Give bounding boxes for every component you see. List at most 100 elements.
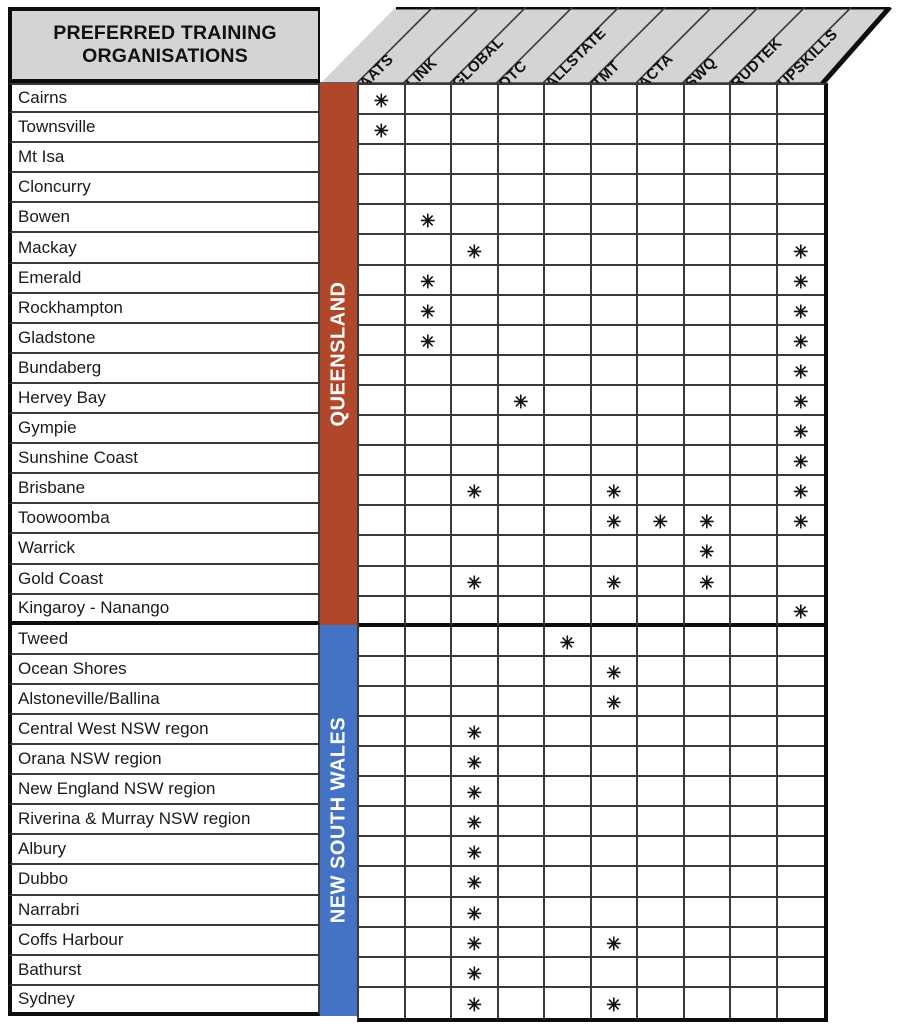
matrix-cell-tmt[interactable] [591,295,638,326]
matrix-cell-tmt[interactable] [591,115,638,146]
matrix-cell-allstate[interactable] [545,596,592,627]
matrix-cell-acta[interactable] [638,265,685,296]
matrix-cell-acta[interactable] [638,476,685,507]
matrix-cell-acta[interactable] [638,927,685,958]
matrix-cell-tmt[interactable]: ✳ [592,987,638,1018]
matrix-cell-swq[interactable] [684,145,731,176]
matrix-cell-acta[interactable] [638,385,685,417]
matrix-cell-global[interactable] [452,85,499,116]
matrix-cell-acta[interactable] [638,867,685,898]
matrix-cell-tmt[interactable] [591,777,638,808]
row-label[interactable]: Riverina & Murray NSW region [8,805,320,836]
matrix-cell-tmt[interactable] [591,235,638,266]
row-label[interactable]: Kingaroy - Nanango [8,594,320,625]
matrix-cell-dtc[interactable] [498,747,545,778]
matrix-cell-dtc[interactable] [498,897,545,928]
matrix-cell-dtc[interactable] [498,867,545,898]
matrix-cell-global[interactable] [452,115,499,146]
matrix-cell-dtc[interactable] [498,927,545,958]
matrix-cell-swq[interactable] [684,686,731,717]
matrix-cell-aats[interactable] [359,957,406,988]
matrix-cell-swq[interactable] [684,325,731,356]
matrix-cell-allstate[interactable] [545,656,592,687]
matrix-cell-global[interactable]: ✳ [452,927,499,958]
row-label[interactable]: Bundaberg [8,353,320,384]
matrix-cell-aats[interactable] [359,807,406,838]
matrix-cell-allstate[interactable] [545,325,592,356]
matrix-cell-aats[interactable]: ✳ [359,85,406,116]
matrix-cell-global[interactable] [452,175,499,206]
matrix-cell-global[interactable] [452,295,499,326]
matrix-cell-global[interactable]: ✳ [452,777,499,808]
matrix-cell-tmt[interactable] [591,807,638,838]
matrix-cell-allstate[interactable] [545,927,592,958]
matrix-cell-allstate[interactable] [545,265,592,296]
matrix-cell-tmt[interactable]: ✳ [591,656,638,687]
matrix-cell-rudtek[interactable] [731,626,778,657]
matrix-cell-dtc[interactable] [498,476,545,507]
matrix-cell-link[interactable] [405,807,452,838]
matrix-cell-aats[interactable] [359,837,406,868]
matrix-cell-allstate[interactable] [545,987,592,1018]
matrix-cell-global[interactable] [452,416,499,447]
matrix-cell-tmt[interactable] [591,145,638,176]
matrix-cell-tmt[interactable] [591,837,638,868]
matrix-cell-tmt[interactable]: ✳ [591,686,638,717]
matrix-cell-swq[interactable] [684,626,731,657]
matrix-cell-dtc[interactable] [498,115,545,146]
row-label[interactable]: Toowoomba [8,504,320,535]
matrix-cell-upskills[interactable] [777,145,824,176]
matrix-cell-allstate[interactable] [545,506,592,537]
matrix-cell-upskills[interactable] [777,958,824,988]
matrix-cell-link[interactable] [405,385,452,417]
matrix-cell-dtc[interactable] [498,626,545,657]
row-label[interactable]: Townsville [8,113,320,144]
matrix-cell-dtc[interactable] [498,325,545,356]
matrix-cell-swq[interactable] [684,265,731,296]
matrix-cell-swq[interactable] [684,476,731,507]
matrix-cell-upskills[interactable] [777,567,824,597]
matrix-cell-allstate[interactable]: ✳ [545,626,592,657]
matrix-cell-rudtek[interactable] [731,446,778,477]
row-label[interactable]: Gladstone [8,323,320,354]
matrix-cell-upskills[interactable]: ✳ [777,356,824,386]
matrix-cell-allstate[interactable] [545,716,592,748]
matrix-cell-tmt[interactable] [591,626,638,657]
matrix-cell-acta[interactable] [638,416,685,447]
matrix-cell-acta[interactable] [638,145,685,176]
matrix-cell-upskills[interactable] [777,837,824,868]
matrix-cell-rudtek[interactable] [731,205,778,236]
matrix-cell-global[interactable] [452,325,499,356]
matrix-cell-aats[interactable] [359,686,406,717]
matrix-cell-link[interactable] [405,145,452,176]
matrix-cell-aats[interactable] [359,566,406,597]
matrix-cell-tmt[interactable] [591,446,638,477]
matrix-cell-tmt[interactable] [591,205,638,236]
matrix-cell-global[interactable]: ✳ [452,897,499,928]
matrix-cell-upskills[interactable] [778,988,825,1018]
matrix-cell-dtc[interactable] [498,85,545,116]
matrix-cell-link[interactable] [406,987,452,1018]
matrix-cell-upskills[interactable] [777,687,824,717]
matrix-cell-dtc[interactable] [498,957,545,988]
matrix-cell-tmt[interactable]: ✳ [591,927,638,958]
matrix-cell-swq[interactable] [684,867,731,898]
row-label[interactable]: Tweed [8,624,320,655]
matrix-cell-allstate[interactable] [545,175,592,206]
matrix-cell-aats[interactable] [359,716,406,748]
matrix-cell-global[interactable]: ✳ [452,716,499,748]
matrix-cell-upskills[interactable]: ✳ [777,506,824,537]
matrix-cell-link[interactable]: ✳ [405,205,452,236]
matrix-cell-acta[interactable] [638,235,685,266]
matrix-cell-allstate[interactable] [545,145,592,176]
matrix-cell-aats[interactable] [359,506,406,537]
matrix-cell-rudtek[interactable] [731,987,778,1018]
row-label[interactable]: Bathurst [8,955,320,986]
matrix-cell-swq[interactable] [684,777,731,808]
matrix-cell-link[interactable] [405,686,452,717]
matrix-cell-acta[interactable] [638,777,685,808]
matrix-cell-swq[interactable] [684,235,731,266]
matrix-cell-tmt[interactable] [591,416,638,447]
matrix-cell-link[interactable] [405,747,452,778]
matrix-cell-rudtek[interactable] [731,957,778,988]
